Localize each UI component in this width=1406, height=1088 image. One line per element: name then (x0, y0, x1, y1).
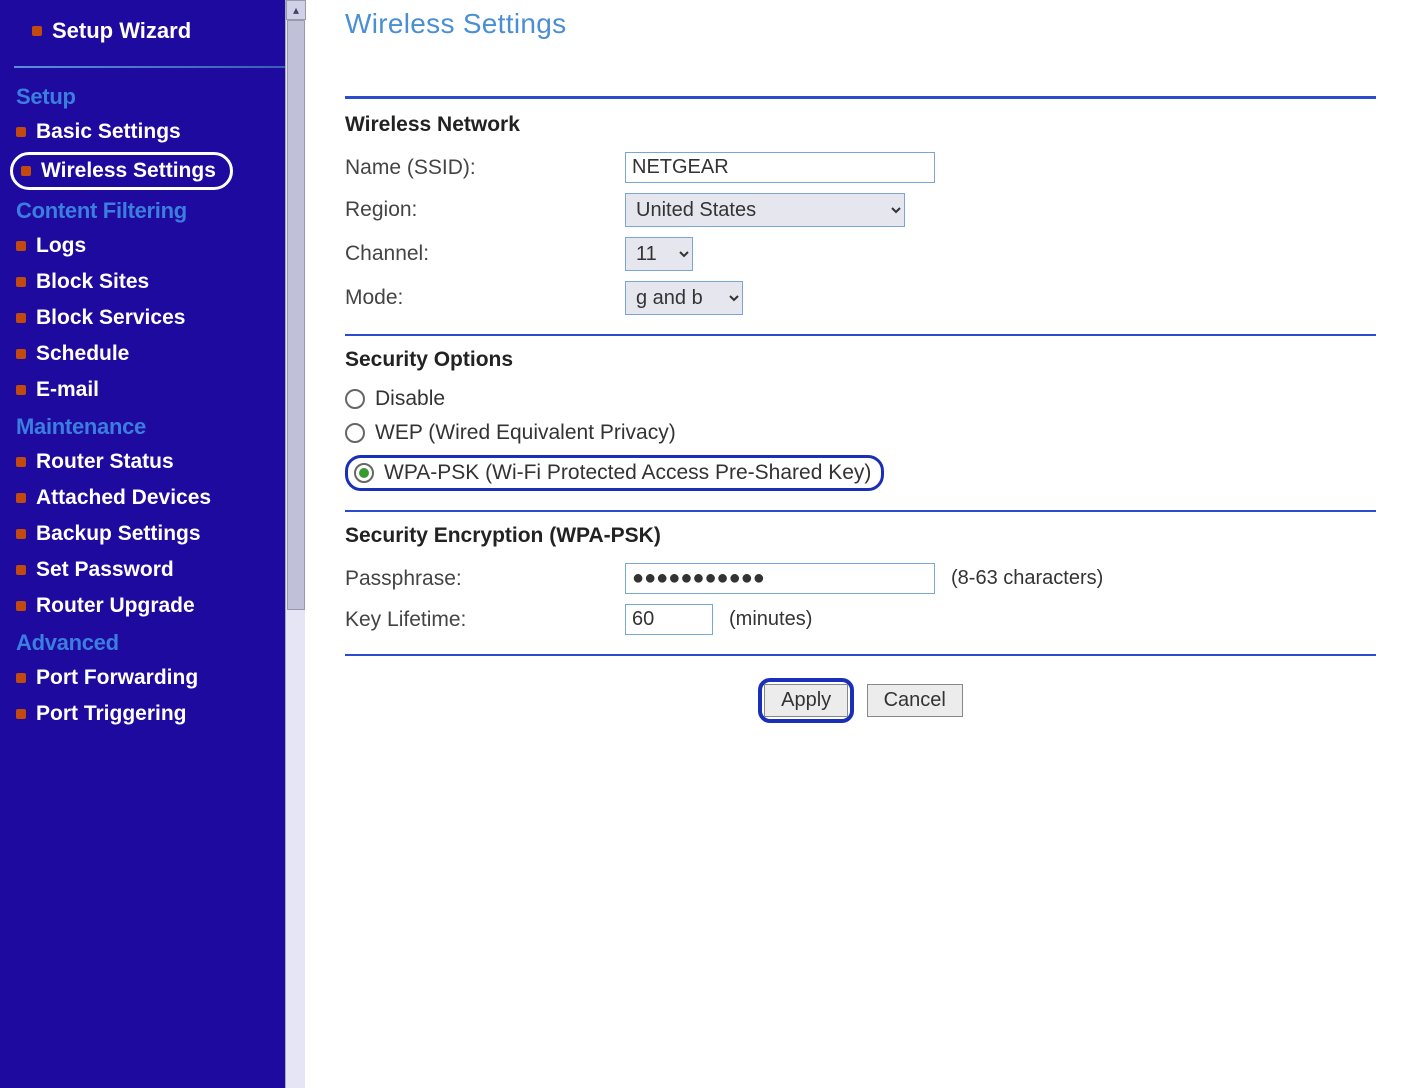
nav-label: Block Sites (36, 270, 149, 294)
bullet-icon (16, 565, 26, 575)
nav-label: Backup Settings (36, 522, 201, 546)
label-ssid: Name (SSID): (345, 156, 625, 180)
sidebar-item-logs[interactable]: Logs (8, 228, 305, 264)
label-channel: Channel: (345, 242, 625, 266)
page-title: Wireless Settings (345, 8, 1376, 96)
nav-label: Schedule (36, 342, 129, 366)
scroll-thumb[interactable] (287, 20, 305, 610)
nav-label: Port Triggering (36, 702, 187, 726)
sidebar-item-wireless-settings[interactable]: Wireless Settings (10, 152, 233, 190)
nav-label: Wireless Settings (41, 159, 216, 183)
sidebar-item-set-password[interactable]: Set Password (8, 552, 305, 588)
ssid-input[interactable] (625, 152, 935, 183)
sidebar-item-attached-devices[interactable]: Attached Devices (8, 480, 305, 516)
label-key-lifetime: Key Lifetime: (345, 608, 625, 632)
nav-label: Set Password (36, 558, 174, 582)
bullet-icon (16, 673, 26, 683)
bullet-icon (32, 26, 42, 36)
cancel-button[interactable]: Cancel (867, 684, 963, 717)
radio-label-wpa-psk: WPA-PSK (Wi-Fi Protected Access Pre-Shar… (384, 461, 871, 485)
unit-key-lifetime: (minutes) (713, 608, 812, 631)
highlight-wpa-psk: WPA-PSK (Wi-Fi Protected Access Pre-Shar… (345, 455, 884, 491)
bullet-icon (16, 349, 26, 359)
heading-wireless-network: Wireless Network (345, 109, 1376, 147)
section-label-setup: Setup (8, 78, 305, 114)
bullet-icon (21, 166, 31, 176)
sidebar-item-setup-wizard[interactable]: Setup Wizard (8, 8, 305, 58)
apply-button[interactable]: Apply (764, 684, 848, 717)
sidebar-item-basic-settings[interactable]: Basic Settings (8, 114, 305, 150)
nav-label: E-mail (36, 378, 99, 402)
bullet-icon (16, 127, 26, 137)
radio-wpa-psk[interactable] (354, 463, 374, 483)
scroll-up-icon[interactable]: ▴ (286, 0, 306, 20)
bullet-icon (16, 529, 26, 539)
bullet-icon (16, 493, 26, 503)
bullet-icon (16, 709, 26, 719)
nav-label: Block Services (36, 306, 185, 330)
radio-disable[interactable] (345, 389, 365, 409)
section-label-maintenance: Maintenance (8, 408, 305, 444)
hint-passphrase: (8-63 characters) (935, 567, 1103, 590)
sidebar-item-backup-settings[interactable]: Backup Settings (8, 516, 305, 552)
sidebar-item-schedule[interactable]: Schedule (8, 336, 305, 372)
heading-security-options: Security Options (345, 344, 1376, 382)
nav-label: Router Status (36, 450, 174, 474)
section-label-content-filtering: Content Filtering (8, 192, 305, 228)
bullet-icon (16, 277, 26, 287)
sidebar-item-router-upgrade[interactable]: Router Upgrade (8, 588, 305, 624)
nav-label: Logs (36, 234, 86, 258)
scrollbar[interactable]: ▴ (285, 0, 305, 1088)
nav-label: Setup Wizard (52, 18, 191, 44)
sidebar: Setup Wizard Setup Basic Settings Wirele… (0, 0, 305, 1088)
radio-label-disable: Disable (375, 387, 445, 411)
bullet-icon (16, 241, 26, 251)
nav-label: Basic Settings (36, 120, 181, 144)
channel-select[interactable]: 11 (625, 237, 693, 271)
divider (345, 334, 1376, 336)
sidebar-item-email[interactable]: E-mail (8, 372, 305, 408)
mode-select[interactable]: g and b (625, 281, 743, 315)
key-lifetime-input[interactable] (625, 604, 713, 635)
button-row: Apply Cancel (345, 664, 1376, 723)
sidebar-item-block-sites[interactable]: Block Sites (8, 264, 305, 300)
divider (345, 510, 1376, 512)
label-mode: Mode: (345, 286, 625, 310)
section-label-advanced: Advanced (8, 624, 305, 660)
passphrase-input[interactable] (625, 563, 935, 594)
bullet-icon (16, 601, 26, 611)
highlight-apply: Apply (758, 678, 854, 723)
region-select[interactable]: United States (625, 193, 905, 227)
divider (345, 654, 1376, 656)
nav-label: Port Forwarding (36, 666, 198, 690)
bullet-icon (16, 457, 26, 467)
bullet-icon (16, 385, 26, 395)
nav-label: Attached Devices (36, 486, 211, 510)
sidebar-item-router-status[interactable]: Router Status (8, 444, 305, 480)
heading-security-encryption: Security Encryption (WPA-PSK) (345, 520, 1376, 558)
bullet-icon (16, 313, 26, 323)
nav-label: Router Upgrade (36, 594, 195, 618)
label-passphrase: Passphrase: (345, 567, 625, 591)
sidebar-item-block-services[interactable]: Block Services (8, 300, 305, 336)
radio-label-wep: WEP (Wired Equivalent Privacy) (375, 421, 676, 445)
sidebar-item-port-forwarding[interactable]: Port Forwarding (8, 660, 305, 696)
main-panel: Wireless Settings Wireless Network Name … (305, 0, 1406, 1088)
divider (14, 66, 287, 68)
sidebar-item-port-triggering[interactable]: Port Triggering (8, 696, 305, 732)
divider (345, 96, 1376, 99)
label-region: Region: (345, 198, 625, 222)
radio-wep[interactable] (345, 423, 365, 443)
